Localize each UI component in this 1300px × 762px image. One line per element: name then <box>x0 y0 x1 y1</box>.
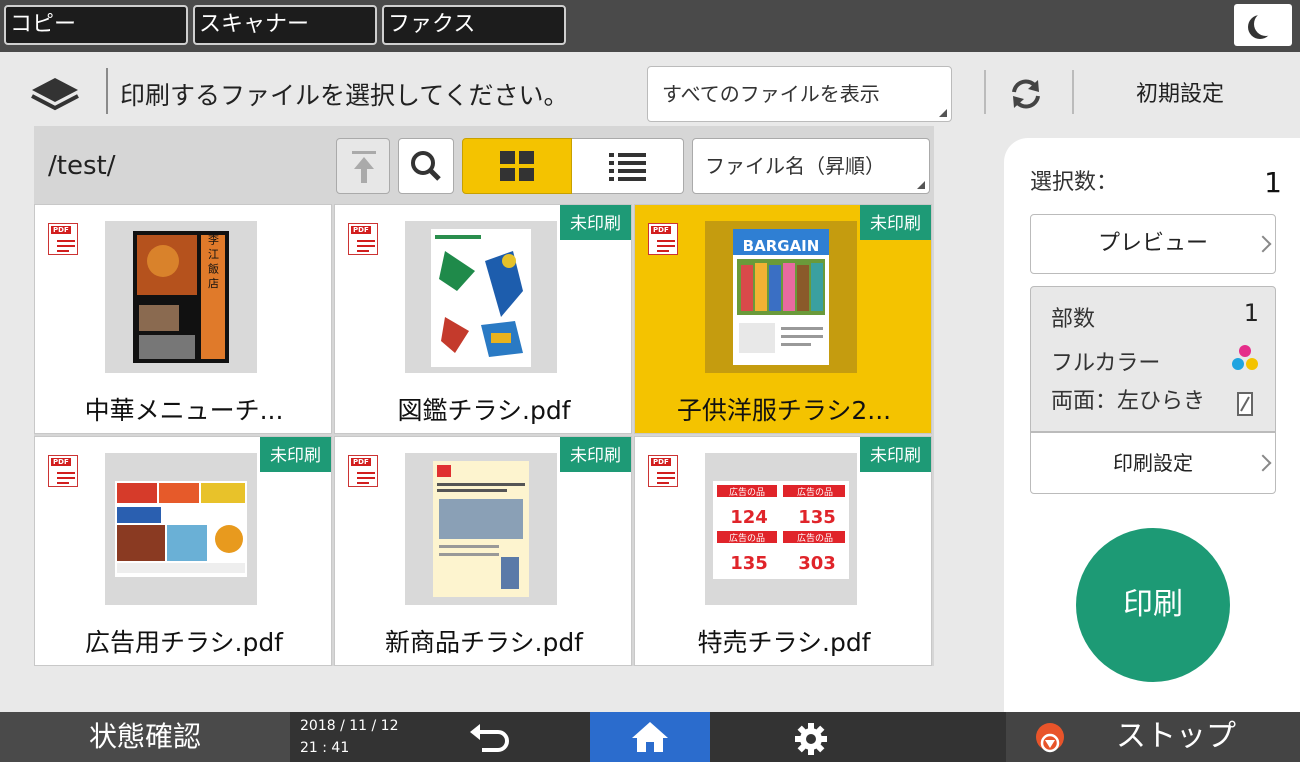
date-time: 2018 / 11 / 12 21 : 41 <box>300 715 399 759</box>
tab-scanner[interactable]: スキャナー <box>193 5 377 45</box>
gear-icon[interactable] <box>794 722 828 756</box>
print-settings-label: 印刷設定 <box>1113 451 1193 475</box>
grid-view-button[interactable] <box>462 138 572 194</box>
pdf-file-icon: PDF <box>48 455 78 487</box>
unprinted-badge: 未印刷 <box>560 205 631 240</box>
back-arrow-icon[interactable] <box>468 724 512 752</box>
thumbnail-shop-name: 李 江 飯 店 <box>207 232 220 288</box>
top-app-bar: コピー スキャナー ファクス <box>0 0 1300 52</box>
thumbnail-sale-tag: 広告の品 <box>729 532 765 544</box>
status-check-button[interactable]: 状態確認 <box>0 712 290 762</box>
home-icon <box>632 722 668 752</box>
dropdown-corner-icon <box>939 109 947 117</box>
print-settings-button[interactable]: 印刷設定 <box>1030 432 1276 494</box>
file-item-selected[interactable]: PDF 未印刷 BARGAIN 子供洋服チラシ2... <box>634 204 932 434</box>
file-browser: /test/ ファイル名（昇順） PDF 李 江 飯 店 中華メニューチ... … <box>34 126 934 666</box>
divider <box>106 68 108 114</box>
search-icon <box>411 151 441 181</box>
file-name: 広告用チラシ.pdf <box>85 628 283 657</box>
time-text: 21 : 41 <box>300 740 350 756</box>
file-grid: PDF 李 江 飯 店 中華メニューチ... PDF 未印刷 図鑑チラシ.pdf… <box>34 204 934 666</box>
full-color-icon <box>1232 345 1258 370</box>
date-text: 2018 / 11 / 12 <box>300 718 399 734</box>
file-item[interactable]: PDF 李 江 飯 店 中華メニューチ... <box>34 204 332 434</box>
file-filter-select[interactable]: すべてのファイルを表示 <box>647 66 952 122</box>
search-button[interactable] <box>398 138 454 194</box>
pdf-file-icon: PDF <box>648 455 678 487</box>
duplex-icon <box>1237 392 1253 416</box>
selected-count-value: 1 <box>1264 166 1282 199</box>
thumbnail-price: 303 <box>798 553 836 574</box>
file-name: 図鑑チラシ.pdf <box>397 396 571 425</box>
chevron-right-icon <box>1254 235 1272 253</box>
file-thumbnail: BARGAIN <box>705 221 857 373</box>
pdf-file-icon: PDF <box>648 223 678 255</box>
initial-settings-button[interactable]: 初期設定 <box>1090 76 1270 108</box>
pdf-file-icon: PDF <box>48 223 78 255</box>
color-mode-label: フルカラー <box>1051 351 1161 376</box>
current-path: /test/ <box>48 151 116 181</box>
file-name: 特売チラシ.pdf <box>697 628 871 657</box>
file-item[interactable]: PDF 未印刷 広告用チラシ.pdf <box>34 436 332 666</box>
upload-arrow-icon <box>352 151 376 183</box>
file-item[interactable]: PDF 未印刷 図鑑チラシ.pdf <box>334 204 632 434</box>
duplex-label: 両面：左ひらき <box>1051 389 1206 414</box>
stop-label: ストップ <box>1116 719 1236 754</box>
moon-icon <box>1254 12 1278 36</box>
selected-count-label: 選択数： <box>1030 170 1119 195</box>
copies-label: 部数 <box>1051 307 1096 332</box>
file-thumbnail <box>405 221 557 373</box>
instruction-text: 印刷するファイルを選択してください。 <box>120 81 569 110</box>
file-thumbnail: 広告の品 広告の品 広告の品 広告の品 124 135 135 303 <box>705 453 857 605</box>
pdf-file-icon: PDF <box>348 223 378 255</box>
sort-select[interactable]: ファイル名（昇順） <box>692 138 930 194</box>
file-filter-value: すべてのファイルを表示 <box>662 82 880 106</box>
file-thumbnail <box>405 453 557 605</box>
thumbnail-bargain-text: BARGAIN <box>743 237 820 255</box>
file-item[interactable]: PDF 未印刷 新商品チラシ.pdf <box>334 436 632 666</box>
sort-value: ファイル名（昇順） <box>705 154 885 178</box>
dropdown-corner-icon <box>917 181 925 189</box>
preview-label: プレビュー <box>1097 231 1208 256</box>
chevron-right-icon <box>1254 454 1272 472</box>
file-name: 子供洋服チラシ2... <box>676 396 892 425</box>
unprinted-badge: 未印刷 <box>860 437 931 472</box>
divider <box>1072 70 1074 114</box>
print-settings-summary[interactable]: 部数 1 フルカラー 両面：左ひらき <box>1030 286 1276 432</box>
unprinted-badge: 未印刷 <box>260 437 331 472</box>
file-item[interactable]: PDF 未印刷 広告の品 広告の品 広告の品 広告の品 124 135 135 … <box>634 436 932 666</box>
bottom-bar: 状態確認 2018 / 11 / 12 21 : 41 ストップ <box>0 712 1300 762</box>
thumbnail-price: 135 <box>730 553 768 574</box>
header: 印刷するファイルを選択してください。 すべてのファイルを表示 初期設定 <box>0 52 1300 128</box>
thumbnail-price: 124 <box>730 507 768 528</box>
list-icon <box>609 153 646 181</box>
thumbnail-sale-tag: 広告の品 <box>797 532 833 544</box>
layers-icon <box>31 78 79 111</box>
stop-button[interactable]: ストップ <box>1006 712 1300 762</box>
file-name: 中華メニューチ... <box>84 396 284 425</box>
file-thumbnail: 李 江 飯 店 <box>105 221 257 373</box>
print-button[interactable]: 印刷 <box>1076 528 1230 682</box>
file-thumbnail <box>105 453 257 605</box>
parent-folder-button[interactable] <box>336 138 390 194</box>
file-name: 新商品チラシ.pdf <box>385 628 583 657</box>
list-view-button[interactable] <box>572 138 684 194</box>
print-panel: 選択数： 1 プレビュー 部数 1 フルカラー 両面：左ひらき 印刷設定 印刷 <box>1004 138 1300 712</box>
grid-icon <box>500 151 534 181</box>
thumbnail-sale-tag: 広告の品 <box>729 486 765 498</box>
home-button[interactable] <box>590 712 710 762</box>
divider <box>984 70 986 114</box>
thumbnail-sale-tag: 広告の品 <box>797 486 833 498</box>
tab-copy[interactable]: コピー <box>4 5 188 45</box>
night-mode-button[interactable] <box>1234 4 1292 46</box>
pdf-file-icon: PDF <box>348 455 378 487</box>
stop-icon <box>1036 723 1064 753</box>
tab-fax[interactable]: ファクス <box>382 5 566 45</box>
copies-value: 1 <box>1243 299 1259 327</box>
unprinted-badge: 未印刷 <box>560 437 631 472</box>
thumbnail-price: 135 <box>798 507 836 528</box>
preview-button[interactable]: プレビュー <box>1030 214 1276 274</box>
refresh-icon[interactable] <box>1008 76 1044 112</box>
unprinted-badge: 未印刷 <box>860 205 931 240</box>
